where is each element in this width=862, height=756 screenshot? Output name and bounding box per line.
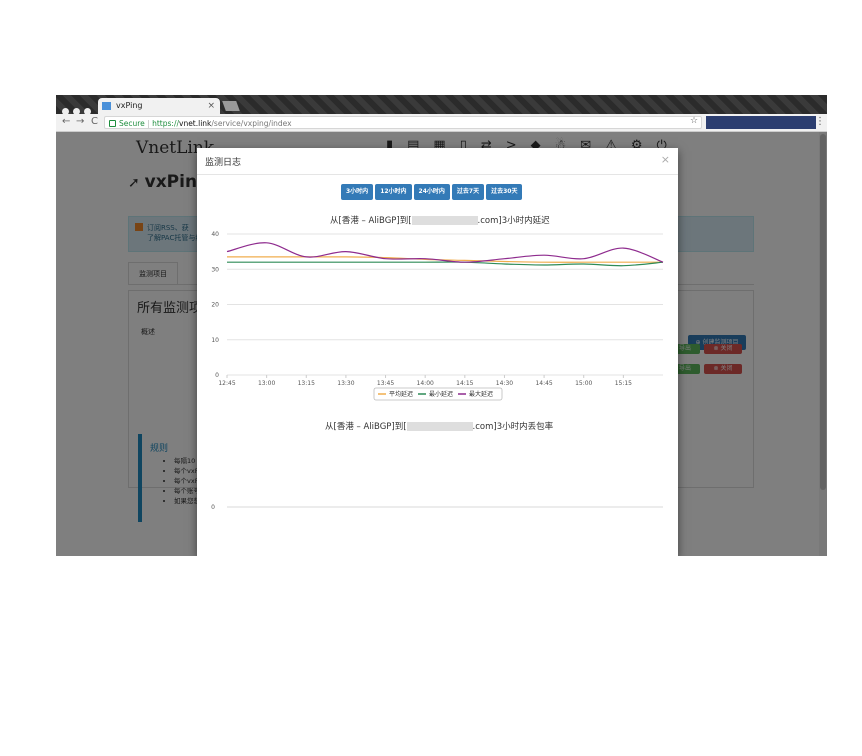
packet-loss-chart-title: 从[香港 – AliBGP]到[.com]3小时内丢包率	[325, 422, 554, 432]
url-host: vnet.link	[179, 119, 212, 128]
url-input[interactable]: Secure | https://vnet.link/service/vxpin…	[104, 116, 702, 129]
lock-icon	[109, 120, 116, 127]
series-line-2	[226, 242, 664, 263]
redacted-host	[406, 422, 473, 431]
y-tick-label: 0	[215, 372, 219, 379]
back-icon[interactable]: ←	[62, 116, 70, 127]
bookmark-star-icon[interactable]: ☆	[690, 116, 698, 126]
x-tick-label: 15:15	[615, 380, 632, 387]
latency-chart: 0 10 20 30 40 12:45 13:00 13:15 13:30 13:45 14:00 1…	[211, 231, 664, 401]
y-tick-label: 0	[211, 504, 215, 511]
range-30d-button[interactable]: 过去30天	[486, 184, 523, 200]
y-tick-label: 10	[211, 337, 219, 344]
x-tick-label: 13:00	[258, 380, 275, 387]
url-path: /service/vxping/index	[211, 119, 292, 128]
x-tick-label: 15:00	[575, 380, 592, 387]
browser-tab[interactable]: vxPing ×	[98, 98, 220, 114]
range-12h-button[interactable]: 12小时内	[375, 184, 412, 200]
favicon-icon	[102, 102, 111, 110]
x-tick-label: 13:15	[298, 380, 315, 387]
x-tick-label: 13:30	[337, 380, 354, 387]
range-24h-button[interactable]: 24小时内	[413, 184, 450, 200]
tab-title: vxPing	[116, 101, 143, 110]
forward-icon[interactable]: →	[76, 116, 84, 127]
page-bottom-blank	[0, 556, 862, 756]
x-tick-label: 14:30	[496, 380, 513, 387]
tab-bar: vxPing ×	[56, 95, 827, 115]
address-bar: ← → C Secure | https://vnet.link/service…	[56, 114, 827, 132]
new-tab-button[interactable]	[222, 101, 240, 111]
redacted-host	[411, 216, 478, 225]
y-tick-label: 30	[211, 266, 219, 273]
modal-header: 监测日志 ×	[197, 148, 678, 175]
latency-chart-title: 从[香港 – AliBGP]到[.com]3小时内延迟	[330, 216, 550, 226]
x-tick-label: 12:45	[218, 380, 235, 387]
x-tick-label: 14:00	[417, 380, 434, 387]
series-line-0	[227, 256, 663, 263]
secure-label: Secure	[119, 119, 145, 128]
chart-legend: 平均延迟 最小延迟 最大延迟	[373, 387, 503, 401]
browser-menu-icon[interactable]: ⋮	[815, 116, 825, 127]
modal-title: 监测日志	[205, 158, 242, 168]
x-tick-label: 14:15	[456, 380, 473, 387]
tab-close-icon[interactable]: ×	[207, 98, 215, 114]
modal-close-icon[interactable]: ×	[661, 153, 670, 166]
y-tick-label: 40	[211, 231, 219, 238]
x-tick-label: 14:45	[535, 380, 552, 387]
time-range-buttons: 3小时内 12小时内 24小时内 过去7天 过去30天	[341, 184, 524, 200]
range-7d-button[interactable]: 过去7天	[451, 184, 485, 200]
url-scheme: https://	[152, 119, 179, 128]
packet-loss-chart: 0	[211, 504, 663, 511]
x-tick-label: 13:45	[377, 380, 394, 387]
range-3h-button[interactable]: 3小时内	[341, 184, 374, 200]
monitor-log-modal: 监测日志 × 3小时内 12小时内 24小时内 过去7天 过去30天 从[香港 – Al…	[197, 148, 678, 556]
y-tick-label: 20	[211, 302, 219, 309]
legend-label: 最大延迟	[469, 390, 493, 398]
extensions-area[interactable]	[706, 116, 816, 129]
legend-label: 最小延迟	[429, 390, 453, 398]
legend-label: 平均延迟	[389, 390, 413, 398]
reload-icon[interactable]: C	[91, 116, 98, 127]
